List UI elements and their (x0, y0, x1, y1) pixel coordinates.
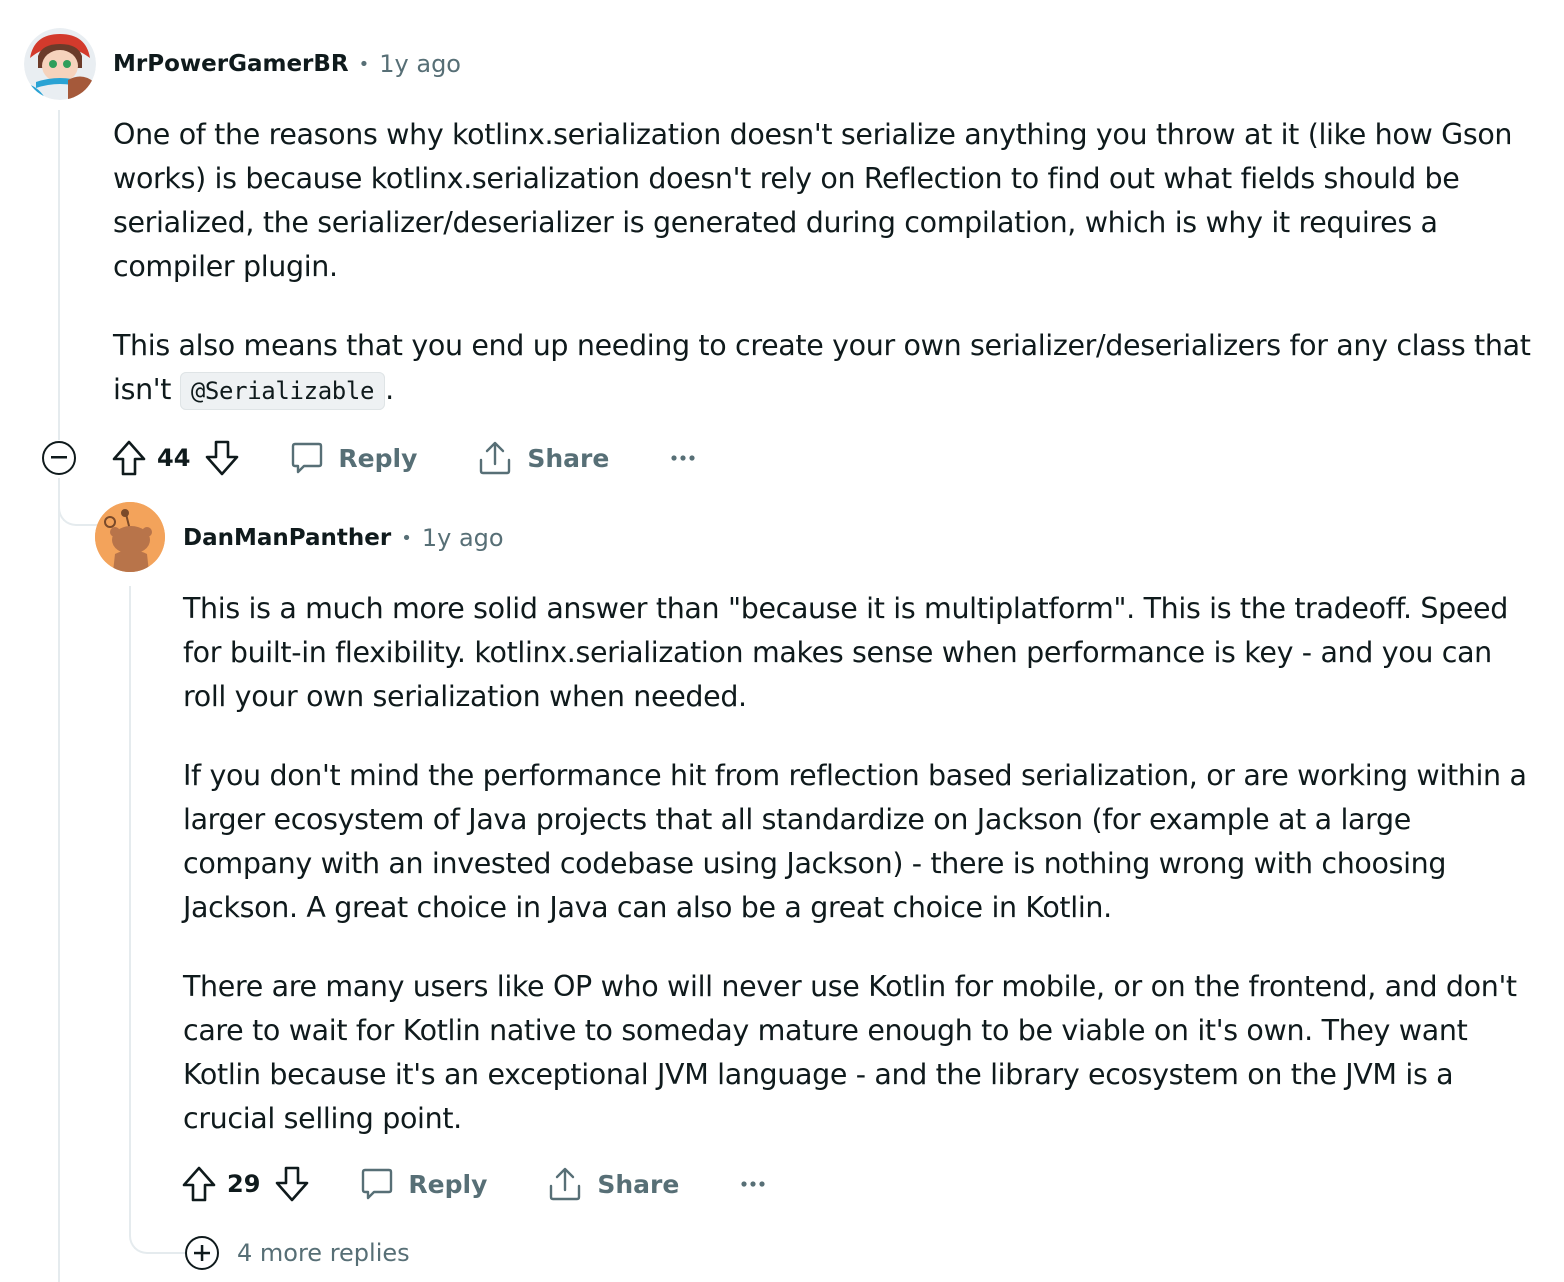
comment-actions: 29 Reply Share (181, 1162, 765, 1206)
comment-paragraph: This is a much more solid answer than "b… (183, 592, 1508, 713)
comment-paragraph: There are many users like OP who will ne… (183, 970, 1517, 1135)
upvote-button[interactable] (181, 1165, 217, 1203)
avatar[interactable] (24, 28, 96, 100)
comment-meta: MrPowerGamerBR • 1y ago (113, 46, 461, 82)
more-replies-label: 4 more replies (237, 1239, 410, 1267)
share-button[interactable]: Share (547, 1166, 679, 1202)
minus-icon (51, 456, 67, 459)
comment-actions: 44 Reply Share (111, 436, 695, 480)
snoo-avatar-icon (95, 502, 165, 572)
reply-label: Reply (408, 1169, 488, 1199)
timestamp[interactable]: 1y ago (422, 524, 504, 552)
plus-icon (194, 1245, 210, 1261)
reply-button[interactable]: Reply (360, 1167, 487, 1201)
comment-body: One of the reasons why kotlinx.serializa… (113, 113, 1533, 413)
user-avatar-icon (24, 28, 96, 100)
ellipsis-icon (741, 1181, 765, 1187)
thread-elbow-reply (58, 480, 98, 526)
share-button[interactable]: Share (477, 440, 609, 476)
timestamp[interactable]: 1y ago (379, 50, 461, 78)
comment-paragraph: One of the reasons why kotlinx.serializa… (113, 118, 1513, 283)
author-name[interactable]: MrPowerGamerBR (113, 51, 349, 77)
more-replies-button[interactable]: 4 more replies (185, 1236, 410, 1270)
upvote-button[interactable] (111, 439, 147, 477)
thread-line-main (58, 110, 60, 440)
comment-paragraph: If you don't mind the performance hit fr… (183, 759, 1527, 924)
share-icon (550, 1167, 581, 1201)
more-options-button[interactable] (741, 1181, 765, 1187)
thread-line-main-lower (58, 478, 60, 1282)
share-label: Share (597, 1169, 680, 1199)
vote-score: 44 (157, 444, 191, 472)
more-options-button[interactable] (671, 455, 695, 461)
reply-button[interactable]: Reply (290, 441, 417, 475)
downvote-button[interactable] (274, 1165, 310, 1203)
upvote-icon (112, 440, 146, 476)
meta-separator: • (401, 527, 412, 549)
reply-label: Reply (338, 443, 418, 473)
avatar[interactable] (95, 502, 165, 572)
collapse-thread-button[interactable] (42, 441, 76, 475)
comment-body: This is a much more solid answer than "b… (183, 587, 1533, 1141)
share-label: Share (527, 443, 610, 473)
downvote-icon (206, 440, 239, 476)
comment-meta: DanManPanther • 1y ago (183, 520, 504, 556)
inline-code: @Serializable (179, 372, 386, 410)
downvote-button[interactable] (204, 439, 240, 477)
thread-elbow-more (129, 1222, 187, 1254)
meta-separator: • (358, 53, 370, 75)
downvote-icon (276, 1166, 309, 1202)
ellipsis-icon (671, 455, 695, 461)
comment-paragraph: This also means that you end up needing … (113, 324, 1533, 413)
share-icon (480, 441, 511, 475)
thread-line-reply (129, 586, 131, 1226)
author-name[interactable]: DanManPanther (183, 525, 391, 551)
upvote-icon (182, 1166, 216, 1202)
comment-bubble-icon (292, 442, 323, 474)
comment-bubble-icon (362, 1168, 393, 1200)
vote-score: 29 (227, 1170, 261, 1198)
expand-thread-button[interactable] (185, 1236, 219, 1270)
